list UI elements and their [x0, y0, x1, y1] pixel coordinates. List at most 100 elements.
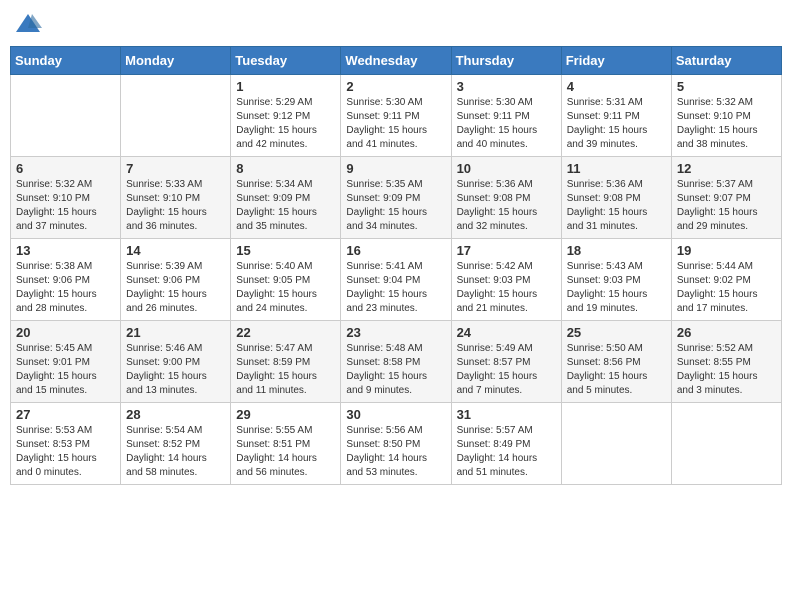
calendar-cell	[561, 403, 671, 485]
day-number: 8	[236, 161, 335, 176]
calendar-cell: 22 Sunrise: 5:47 AM Sunset: 8:59 PM Dayli…	[231, 321, 341, 403]
calendar-cell	[11, 75, 121, 157]
day-number: 16	[346, 243, 445, 258]
day-number: 10	[457, 161, 556, 176]
calendar-cell: 1 Sunrise: 5:29 AM Sunset: 9:12 PM Daylig…	[231, 75, 341, 157]
day-detail: Sunrise: 5:53 AM Sunset: 8:53 PM Dayligh…	[16, 424, 115, 480]
day-number: 18	[567, 243, 666, 258]
calendar-cell: 12 Sunrise: 5:37 AM Sunset: 9:07 PM Dayli…	[671, 157, 781, 239]
calendar-cell: 6Sunrise: 5:32 AM Sunset: 9:10 PM Daylig…	[11, 157, 121, 239]
day-number: 31	[457, 407, 556, 422]
weekday-saturday: Saturday	[671, 47, 781, 75]
day-number: 7	[126, 161, 225, 176]
logo	[14, 10, 46, 38]
day-detail: Sunrise: 5:33 AM Sunset: 9:10 PM Dayligh…	[126, 178, 225, 234]
day-detail: Sunrise: 5:46 AM Sunset: 9:00 PM Dayligh…	[126, 342, 225, 398]
calendar-cell: 25 Sunrise: 5:50 AM Sunset: 8:56 PM Dayli…	[561, 321, 671, 403]
day-detail: Sunrise: 5:29 AM Sunset: 9:12 PM Dayligh…	[236, 96, 335, 152]
day-detail: Sunrise: 5:50 AM Sunset: 8:56 PM Dayligh…	[567, 342, 666, 398]
calendar-cell: 31 Sunrise: 5:57 AM Sunset: 8:49 PM Dayli…	[451, 403, 561, 485]
day-detail: Sunrise: 5:38 AM Sunset: 9:06 PM Dayligh…	[16, 260, 115, 316]
calendar-cell: 21 Sunrise: 5:46 AM Sunset: 9:00 PM Dayli…	[121, 321, 231, 403]
calendar-cell: 5 Sunrise: 5:32 AM Sunset: 9:10 PM Daylig…	[671, 75, 781, 157]
calendar-cell: 17Sunrise: 5:42 AM Sunset: 9:03 PM Dayli…	[451, 239, 561, 321]
calendar-table: SundayMondayTuesdayWednesdayThursdayFrid…	[10, 46, 782, 485]
calendar-cell: 10 Sunrise: 5:36 AM Sunset: 9:08 PM Dayli…	[451, 157, 561, 239]
day-number: 5	[677, 79, 776, 94]
week-row-1: 1 Sunrise: 5:29 AM Sunset: 9:12 PM Daylig…	[11, 75, 782, 157]
day-number: 17	[457, 243, 556, 258]
calendar-cell: 29 Sunrise: 5:55 AM Sunset: 8:51 PM Dayli…	[231, 403, 341, 485]
day-detail: Sunrise: 5:56 AM Sunset: 8:50 PM Dayligh…	[346, 424, 445, 480]
day-number: 22	[236, 325, 335, 340]
day-number: 24	[457, 325, 556, 340]
calendar-cell: 8Sunrise: 5:34 AM Sunset: 9:09 PM Daylig…	[231, 157, 341, 239]
day-detail: Sunrise: 5:55 AM Sunset: 8:51 PM Dayligh…	[236, 424, 335, 480]
day-number: 11	[567, 161, 666, 176]
calendar-cell: 14 Sunrise: 5:39 AM Sunset: 9:06 PM Dayli…	[121, 239, 231, 321]
day-number: 15	[236, 243, 335, 258]
weekday-sunday: Sunday	[11, 47, 121, 75]
calendar-cell: 23 Sunrise: 5:48 AM Sunset: 8:58 PM Dayli…	[341, 321, 451, 403]
calendar-cell	[671, 403, 781, 485]
calendar-cell: 2Sunrise: 5:30 AM Sunset: 9:11 PM Daylig…	[341, 75, 451, 157]
logo-icon	[14, 10, 42, 38]
calendar-cell: 26Sunrise: 5:52 AM Sunset: 8:55 PM Dayli…	[671, 321, 781, 403]
day-detail: Sunrise: 5:36 AM Sunset: 9:08 PM Dayligh…	[567, 178, 666, 234]
day-detail: Sunrise: 5:32 AM Sunset: 9:10 PM Dayligh…	[677, 96, 776, 152]
calendar-cell: 9 Sunrise: 5:35 AM Sunset: 9:09 PM Daylig…	[341, 157, 451, 239]
calendar-cell: 11 Sunrise: 5:36 AM Sunset: 9:08 PM Dayli…	[561, 157, 671, 239]
day-detail: Sunrise: 5:37 AM Sunset: 9:07 PM Dayligh…	[677, 178, 776, 234]
day-number: 6	[16, 161, 115, 176]
day-number: 26	[677, 325, 776, 340]
day-detail: Sunrise: 5:57 AM Sunset: 8:49 PM Dayligh…	[457, 424, 556, 480]
day-number: 14	[126, 243, 225, 258]
day-detail: Sunrise: 5:35 AM Sunset: 9:09 PM Dayligh…	[346, 178, 445, 234]
day-number: 28	[126, 407, 225, 422]
day-detail: Sunrise: 5:45 AM Sunset: 9:01 PM Dayligh…	[16, 342, 115, 398]
day-detail: Sunrise: 5:48 AM Sunset: 8:58 PM Dayligh…	[346, 342, 445, 398]
calendar-cell	[121, 75, 231, 157]
page-header	[10, 10, 782, 38]
day-detail: Sunrise: 5:39 AM Sunset: 9:06 PM Dayligh…	[126, 260, 225, 316]
weekday-tuesday: Tuesday	[231, 47, 341, 75]
day-number: 4	[567, 79, 666, 94]
weekday-wednesday: Wednesday	[341, 47, 451, 75]
day-number: 30	[346, 407, 445, 422]
calendar-cell: 15 Sunrise: 5:40 AM Sunset: 9:05 PM Dayli…	[231, 239, 341, 321]
calendar-cell: 27 Sunrise: 5:53 AM Sunset: 8:53 PM Dayli…	[11, 403, 121, 485]
calendar-cell: 19 Sunrise: 5:44 AM Sunset: 9:02 PM Dayli…	[671, 239, 781, 321]
day-number: 1	[236, 79, 335, 94]
day-number: 13	[16, 243, 115, 258]
day-detail: Sunrise: 5:30 AM Sunset: 9:11 PM Dayligh…	[457, 96, 556, 152]
calendar-header: SundayMondayTuesdayWednesdayThursdayFrid…	[11, 47, 782, 75]
calendar-cell: 28 Sunrise: 5:54 AM Sunset: 8:52 PM Dayli…	[121, 403, 231, 485]
calendar-cell: 30 Sunrise: 5:56 AM Sunset: 8:50 PM Dayli…	[341, 403, 451, 485]
calendar-cell: 13 Sunrise: 5:38 AM Sunset: 9:06 PM Dayli…	[11, 239, 121, 321]
day-detail: Sunrise: 5:44 AM Sunset: 9:02 PM Dayligh…	[677, 260, 776, 316]
weekday-monday: Monday	[121, 47, 231, 75]
calendar-cell: 16 Sunrise: 5:41 AM Sunset: 9:04 PM Dayli…	[341, 239, 451, 321]
weekday-thursday: Thursday	[451, 47, 561, 75]
day-number: 23	[346, 325, 445, 340]
weekday-friday: Friday	[561, 47, 671, 75]
day-number: 9	[346, 161, 445, 176]
day-detail: Sunrise: 5:36 AM Sunset: 9:08 PM Dayligh…	[457, 178, 556, 234]
day-detail: Sunrise: 5:41 AM Sunset: 9:04 PM Dayligh…	[346, 260, 445, 316]
calendar-cell: 7 Sunrise: 5:33 AM Sunset: 9:10 PM Daylig…	[121, 157, 231, 239]
day-number: 25	[567, 325, 666, 340]
day-detail: Sunrise: 5:47 AM Sunset: 8:59 PM Dayligh…	[236, 342, 335, 398]
calendar-cell: 20Sunrise: 5:45 AM Sunset: 9:01 PM Dayli…	[11, 321, 121, 403]
day-detail: Sunrise: 5:49 AM Sunset: 8:57 PM Dayligh…	[457, 342, 556, 398]
day-number: 27	[16, 407, 115, 422]
day-number: 12	[677, 161, 776, 176]
day-detail: Sunrise: 5:40 AM Sunset: 9:05 PM Dayligh…	[236, 260, 335, 316]
day-number: 19	[677, 243, 776, 258]
day-number: 29	[236, 407, 335, 422]
calendar-cell: 4 Sunrise: 5:31 AM Sunset: 9:11 PM Daylig…	[561, 75, 671, 157]
day-number: 21	[126, 325, 225, 340]
day-detail: Sunrise: 5:31 AM Sunset: 9:11 PM Dayligh…	[567, 96, 666, 152]
calendar-cell: 18Sunrise: 5:43 AM Sunset: 9:03 PM Dayli…	[561, 239, 671, 321]
day-detail: Sunrise: 5:54 AM Sunset: 8:52 PM Dayligh…	[126, 424, 225, 480]
week-row-5: 27 Sunrise: 5:53 AM Sunset: 8:53 PM Dayli…	[11, 403, 782, 485]
